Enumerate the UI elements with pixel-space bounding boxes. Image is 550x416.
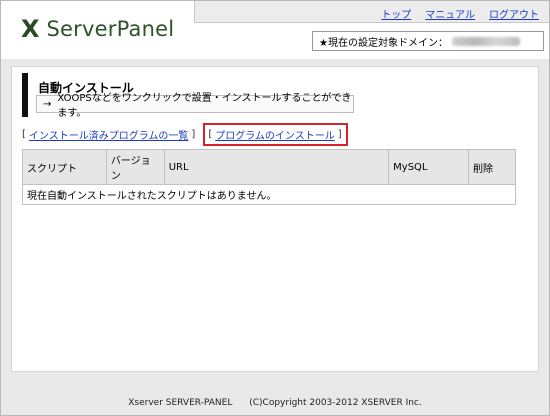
sub-nav-links: [ インストール済みプログラムの一覧 ] [ プログラムのインストール ] (22, 123, 348, 146)
main-content: 自動インストール → XOOPSなどをワンクリックで設置・インストールすることが… (11, 66, 539, 372)
bracket-open: [ (208, 129, 213, 140)
column-header-script: スクリプト (22, 149, 107, 185)
current-domain-label: ★現在の設定対象ドメイン： (319, 37, 448, 49)
current-domain-box: ★現在の設定対象ドメイン： (312, 31, 544, 51)
bracket-close: ] (191, 129, 196, 140)
install-program-link[interactable]: プログラムのインストール (215, 127, 335, 142)
domain-value-redacted (451, 36, 520, 46)
install-program-highlight: [ プログラムのインストール ] (203, 123, 348, 146)
column-header-mysql: MySQL (388, 149, 470, 185)
top-nav-bar: トップ マニュアル ログアウト (194, 1, 549, 23)
description-text: XOOPSなどをワンクリックで設置・インストールすることができます。 (57, 93, 352, 119)
page-description: → XOOPSなどをワンクリックで設置・インストールすることができます。 (36, 93, 354, 119)
title-accent-bar (22, 73, 28, 117)
arrow-right-icon: → (43, 98, 52, 110)
empty-table-message: 現在自動インストールされたスクリプトはありません。 (22, 184, 516, 205)
nav-logout-link[interactable]: ログアウト (489, 6, 539, 21)
nav-top-link[interactable]: トップ (381, 6, 411, 21)
column-header-url: URL (163, 149, 390, 185)
footer-product: Xserver SERVER-PANEL (128, 398, 233, 408)
bracket-open: [ (22, 129, 26, 140)
bracket-close: ] (337, 129, 342, 140)
table-row: 現在自動インストールされたスクリプトはありません。 (22, 184, 516, 205)
page-heading: 自動インストール → XOOPSなどをワンクリックで設置・インストールすることが… (22, 73, 354, 119)
footer-copyright: (C)Copyright 2003-2012 XSERVER Inc. (249, 398, 422, 408)
logo-text: ServerPanel (46, 17, 175, 41)
installed-scripts-table: スクリプト バージョン URL MySQL 削除 現在自動インストールされたスク… (22, 149, 516, 205)
logo-mark: X (21, 15, 40, 43)
logo: X ServerPanel (21, 15, 174, 43)
table-header-row: スクリプト バージョン URL MySQL 削除 (22, 149, 516, 185)
top-nav: トップ マニュアル ログアウト (381, 6, 539, 21)
footer: Xserver SERVER-PANEL (C)Copyright 2003-2… (0, 398, 550, 408)
column-header-delete: 削除 (468, 149, 516, 185)
header: X ServerPanel トップ マニュアル ログアウト ★現在の設定対象ドメ… (1, 1, 549, 59)
column-header-version: バージョン (105, 149, 165, 185)
nav-manual-link[interactable]: マニュアル (425, 6, 475, 21)
installed-programs-link[interactable]: インストール済みプログラムの一覧 (29, 127, 189, 142)
